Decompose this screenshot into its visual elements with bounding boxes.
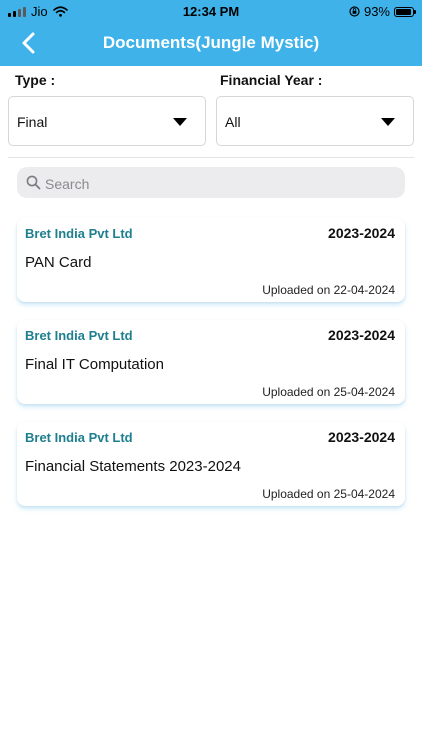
- uploaded-date: 22-04-2024: [333, 283, 395, 297]
- uploaded-label: Uploaded on: [262, 385, 331, 399]
- type-label: Type :: [15, 72, 56, 88]
- financial-year: 2023-2024: [328, 225, 395, 241]
- financial-year-label: Financial Year :: [220, 72, 323, 88]
- uploaded-label: Uploaded on: [262, 283, 331, 297]
- financial-year: 2023-2024: [328, 429, 395, 445]
- company-name: Bret India Pvt Ltd: [25, 328, 133, 343]
- uploaded-date: 25-04-2024: [333, 487, 395, 501]
- uploaded-date: 25-04-2024: [333, 385, 395, 399]
- orientation-lock-icon: [349, 6, 360, 17]
- search-input[interactable]: [43, 167, 397, 200]
- battery-percent: 93%: [363, 4, 390, 19]
- uploaded-label: Uploaded on: [262, 487, 331, 501]
- search-icon: [26, 175, 41, 190]
- financial-year-dropdown[interactable]: All: [216, 96, 414, 146]
- app-header: Jio 12:34 PM 93% Documents(Jungle Mystic…: [0, 0, 422, 66]
- document-card[interactable]: Bret India Pvt Ltd 2023-2024 Final IT Co…: [17, 320, 405, 404]
- battery-icon: [394, 6, 416, 17]
- upload-info: Uploaded on 25-04-2024: [262, 487, 395, 501]
- page-title: Documents(Jungle Mystic): [102, 33, 320, 52]
- upload-info: Uploaded on 22-04-2024: [262, 283, 395, 297]
- company-name: Bret India Pvt Ltd: [25, 430, 133, 445]
- filters-section: Type : Financial Year : Final All: [8, 72, 414, 152]
- caret-down-icon: [173, 118, 187, 126]
- document-card[interactable]: Bret India Pvt Ltd 2023-2024 PAN Card Up…: [17, 218, 405, 302]
- document-card[interactable]: Bret India Pvt Ltd 2023-2024 Financial S…: [17, 422, 405, 506]
- document-name: PAN Card: [25, 254, 92, 271]
- financial-year: 2023-2024: [328, 327, 395, 343]
- document-name: Financial Statements 2023-2024: [25, 458, 241, 475]
- type-selected-value: Final: [17, 114, 48, 130]
- battery-level: [396, 8, 411, 15]
- upload-info: Uploaded on 25-04-2024: [262, 385, 395, 399]
- caret-down-icon: [381, 118, 395, 126]
- type-dropdown[interactable]: Final: [8, 96, 206, 146]
- battery-info: 93%: [349, 4, 416, 19]
- financial-year-selected-value: All: [225, 114, 241, 130]
- status-bar: Jio 12:34 PM 93%: [0, 0, 422, 22]
- divider: [8, 157, 414, 158]
- search-bar[interactable]: [17, 167, 405, 200]
- company-name: Bret India Pvt Ltd: [25, 226, 133, 241]
- document-name: Final IT Computation: [25, 356, 164, 373]
